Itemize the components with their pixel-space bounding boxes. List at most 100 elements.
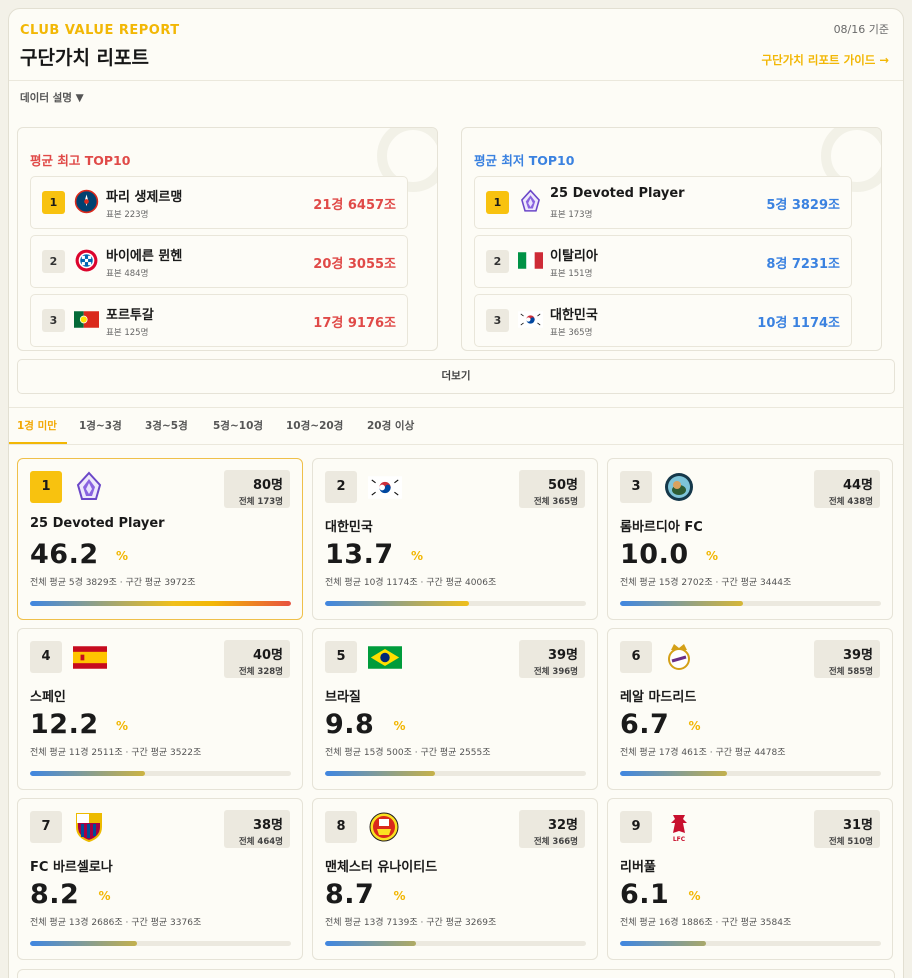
card-count-badge: 80명 전체 173명	[224, 470, 290, 508]
rank-sample: 표본 151명	[550, 269, 593, 279]
card-averages: 전체 평균 16경 1886조 · 구간 평균 3584조	[620, 918, 792, 928]
club-rank-card[interactable]: 3 44명 전체 438명 롬바르디아 FC 10.0 % 전체 평균 15경 …	[607, 458, 893, 620]
rank-sample: 표본 223명	[106, 210, 149, 220]
card-progress-bar	[325, 941, 586, 946]
card-total: 전체 328명	[238, 667, 283, 677]
rank-number: 2	[486, 250, 509, 273]
rank-list-item[interactable]: 1 25 Devoted Player 표본 173명 5경 3829조	[474, 176, 852, 229]
active-tab-indicator	[9, 442, 67, 444]
card-progress-bar	[325, 601, 586, 606]
card-count: 80명	[252, 478, 283, 493]
rank-number: 1	[42, 191, 65, 214]
rank-value: 8경 7231조	[766, 257, 840, 272]
top10-lowest-panel: 평균 최저 TOP10 1 25 Devoted Player 표본 173명 …	[461, 127, 882, 351]
report-date: 08/16 기준	[833, 23, 889, 36]
card-total: 전체 510명	[828, 837, 873, 847]
card-progress-fill	[620, 771, 727, 776]
card-count-badge: 44명 전체 438명	[814, 470, 880, 508]
card-percentage: 46.2	[30, 539, 99, 570]
club-rank-card[interactable]: 5 39명 전체 396명 브라질 9.8 % 전체 평균 15경 500조 ·…	[312, 628, 598, 790]
card-rank-number: 9	[620, 811, 652, 843]
card-percentage: 13.7	[325, 539, 394, 570]
club-rank-card[interactable]: 9 31명 전체 510명 리버풀 6.1 % 전체 평균 16경 1886조 …	[607, 798, 893, 960]
card-rank-number: 2	[325, 471, 357, 503]
tab-range-5[interactable]: 10경~20경	[286, 418, 343, 433]
rank-list-item[interactable]: 2 이탈리아 표본 151명 8경 7231조	[474, 235, 852, 288]
card-rank-number: 8	[325, 811, 357, 843]
card-percent-sign: %	[116, 549, 129, 563]
card-rank-number: 7	[30, 811, 62, 843]
top10-highest-title: 평균 최고 TOP10	[30, 153, 131, 168]
card-percentage: 6.7	[620, 709, 670, 740]
card-percent-sign: %	[688, 719, 701, 733]
card-club-name: 스페인	[30, 690, 66, 705]
club-rank-card[interactable]: 1 80명 전체 173명 25 Devoted Player 46.2 % 전…	[17, 458, 303, 620]
card-club-name: 25 Devoted Player	[30, 516, 165, 531]
rank-value: 17경 9176조	[313, 316, 396, 331]
club-rank-card[interactable]: 8 32명 전체 366명 맨체스터 유나이티드 8.7 % 전체 평균 13경…	[312, 798, 598, 960]
card-count: 40명	[252, 648, 283, 663]
korea-flag-icon	[368, 471, 402, 503]
devoted-player-icon	[73, 471, 107, 503]
data-description-toggle[interactable]: 데이터 설명 ▼	[20, 90, 84, 105]
rank-value: 20경 3055조	[313, 257, 396, 272]
page-title: 구단가치 리포트	[20, 47, 149, 69]
card-averages: 전체 평균 5경 3829조 · 구간 평균 3972조	[30, 578, 196, 588]
card-percent-sign: %	[393, 889, 406, 903]
rank-sample: 표본 365명	[550, 328, 593, 338]
rank-value: 10경 1174조	[757, 316, 840, 331]
card-percentage: 8.7	[325, 879, 375, 910]
rank-number: 3	[42, 309, 65, 332]
next-row-card	[17, 969, 895, 978]
rank-list-item[interactable]: 1 파리 생제르맹 표본 223명 21경 6457조	[30, 176, 408, 229]
rank-number: 3	[486, 309, 509, 332]
card-progress-fill	[30, 771, 145, 776]
club-rank-card[interactable]: 4 40명 전체 328명 스페인 12.2 % 전체 평균 11경 2511조…	[17, 628, 303, 790]
card-progress-bar	[325, 771, 586, 776]
card-averages: 전체 평균 13경 7139조 · 구간 평균 3269조	[325, 918, 497, 928]
card-averages: 전체 평균 11경 2511조 · 구간 평균 3522조	[30, 748, 202, 758]
portugal-flag-icon	[74, 307, 99, 332]
rank-sample: 표본 173명	[550, 210, 593, 220]
report-guide-link[interactable]: 구단가치 리포트 가이드 →	[762, 52, 889, 68]
card-rank-number: 3	[620, 471, 652, 503]
rank-name: 파리 생제르맹	[106, 190, 183, 205]
tab-range-3[interactable]: 3경~5경	[145, 418, 188, 433]
card-progress-fill	[30, 941, 137, 946]
card-count: 50명	[547, 478, 578, 493]
tab-range-4[interactable]: 5경~10경	[213, 418, 263, 433]
card-club-name: 브라질	[325, 690, 361, 705]
psg-crest-icon	[74, 189, 99, 214]
top10-lowest-title: 평균 최저 TOP10	[474, 153, 575, 168]
club-rank-card[interactable]: 7 38명 전체 464명 FC 바르셀로나 8.2 % 전체 평균 13경 2…	[17, 798, 303, 960]
card-rank-number: 5	[325, 641, 357, 673]
card-total: 전체 438명	[828, 497, 873, 507]
rank-list-item[interactable]: 3 대한민국 표본 365명 10경 1174조	[474, 294, 852, 347]
tab-range-6[interactable]: 20경 이상	[367, 418, 414, 433]
more-button[interactable]: 더보기	[17, 359, 895, 394]
card-progress-bar	[30, 771, 291, 776]
rank-number: 2	[42, 250, 65, 273]
tab-range-1[interactable]: 1경 미만	[17, 418, 57, 433]
rank-list-item[interactable]: 3 포르투갈 표본 125명 17경 9176조	[30, 294, 408, 347]
rank-value: 5경 3829조	[766, 198, 840, 213]
club-rank-card[interactable]: 2 50명 전체 365명 대한민국 13.7 % 전체 평균 10경 1174…	[312, 458, 598, 620]
tab-range-2[interactable]: 1경~3경	[79, 418, 122, 433]
card-total: 전체 585명	[828, 667, 873, 677]
card-percent-sign: %	[411, 549, 424, 563]
rank-name: 포르투갈	[106, 308, 154, 323]
report-eyebrow: CLUB VALUE REPORT	[20, 23, 180, 38]
value-range-tabs: 1경 미만 1경~3경 3경~5경 5경~10경 10경~20경 20경 이상	[9, 407, 903, 445]
card-rank-number: 1	[30, 471, 62, 503]
club-rank-card[interactable]: 6 39명 전체 585명 레알 마드리드 6.7 % 전체 평균 17경 46…	[607, 628, 893, 790]
bayern-crest-icon	[74, 248, 99, 273]
card-progress-bar	[620, 941, 881, 946]
card-progress-bar	[30, 601, 291, 606]
card-club-name: 대한민국	[325, 520, 373, 535]
card-club-name: 맨체스터 유나이티드	[325, 860, 438, 875]
card-club-name: 레알 마드리드	[620, 690, 697, 705]
card-count: 39명	[547, 648, 578, 663]
rank-list-item[interactable]: 2 바이에른 뮌헨 표본 484명 20경 3055조	[30, 235, 408, 288]
card-percent-sign: %	[98, 889, 111, 903]
club-value-report-card: CLUB VALUE REPORT 구단가치 리포트 08/16 기준 구단가치…	[8, 8, 904, 978]
